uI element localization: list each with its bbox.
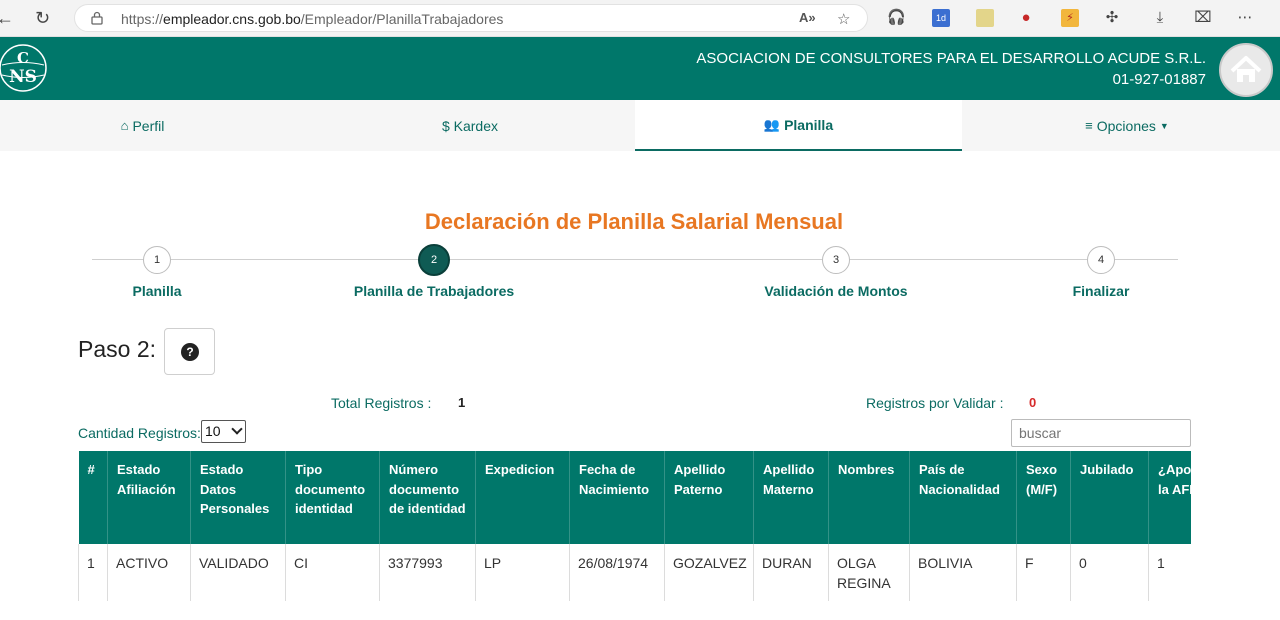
address-bar[interactable]: https://empleador.cns.gob.bo/Empleador/P… (74, 4, 868, 32)
cns-logo: C NS (0, 44, 47, 92)
tab-label: $ Kardex (441, 117, 499, 134)
column-header[interactable]: Apellido Materno (753, 451, 829, 544)
flash-extension-icon[interactable]: ⚡ (1061, 9, 1079, 27)
table-cell: 0 (1070, 544, 1149, 601)
caret-down-icon: ▼ (1159, 120, 1169, 131)
table-cell: F (1016, 544, 1071, 601)
table-cell: LP (475, 544, 570, 601)
tab-label: Perfil (132, 117, 165, 134)
table-cell: 1 (78, 544, 108, 601)
more-menu-icon[interactable]: ⋯ (1236, 9, 1254, 27)
stepper-line (92, 259, 1178, 260)
table-cell: 1 (1148, 544, 1191, 601)
home-icon (1230, 56, 1262, 82)
main-tabs: ⌂ Perfil $ Kardex 👥 Planilla ≡ Opciones ▼ (0, 100, 1280, 151)
table-header-row: # Estado Afiliación Estado Datos Persona… (78, 451, 1191, 544)
table-cell: 3377993 (379, 544, 476, 601)
step-4-circle[interactable]: 4 (1087, 246, 1115, 274)
back-arrow-icon[interactable]: ← (0, 8, 14, 28)
svg-text:NS: NS (9, 67, 37, 87)
tab-planilla[interactable]: 👥 Planilla (635, 100, 962, 151)
step-4-label: Finalizar (1072, 283, 1130, 299)
column-header[interactable]: Jubilado (1070, 451, 1149, 544)
tab-kardex[interactable]: $ Kardex (306, 100, 634, 151)
total-records-value: 1 (458, 395, 466, 410)
tomato-extension-icon[interactable]: ● (1017, 9, 1035, 27)
table-cell: GOZALVEZ (664, 544, 754, 601)
site-header: C NS ASOCIACION DE CONSULTORES PARA EL D… (0, 37, 1280, 100)
help-button[interactable]: ? (164, 328, 215, 375)
column-header[interactable]: # (78, 451, 108, 544)
home-icon: ⌂ (120, 118, 129, 133)
step-1-label: Planilla (132, 283, 182, 299)
menu-icon: ≡ (1085, 118, 1093, 133)
records-count-value: 10 (205, 423, 221, 439)
table-cell: DURAN (753, 544, 829, 601)
step-3-label: Validación de Montos (764, 283, 908, 299)
step-3-circle[interactable]: 3 (822, 246, 850, 274)
puzzle-extensions-icon[interactable]: ✣ (1103, 9, 1121, 27)
company-name: ASOCIACION DE CONSULTORES PARA EL DESARR… (696, 50, 1206, 67)
company-info: ASOCIACION DE CONSULTORES PARA EL DESARR… (696, 48, 1206, 90)
calendar-extension-icon[interactable]: 1d (932, 9, 950, 27)
page-title: Declaración de Planilla Salarial Mensual (424, 209, 844, 234)
workers-table-container: # Estado Afiliación Estado Datos Persona… (78, 451, 1191, 601)
workers-table: # Estado Afiliación Estado Datos Persona… (78, 451, 1191, 601)
column-header[interactable]: Sexo (M/F) (1016, 451, 1071, 544)
question-circle-icon: ? (181, 343, 199, 361)
table-cell: CI (285, 544, 380, 601)
svg-text:C: C (17, 49, 29, 67)
table-cell: VALIDADO (190, 544, 286, 601)
table-cell: OLGA REGINA (828, 544, 910, 601)
tab-label: Opciones (1096, 117, 1156, 134)
column-header[interactable]: ¿Aporta a la AFP? (1148, 451, 1191, 544)
column-header[interactable]: País de Nacionalidad (909, 451, 1017, 544)
tab-label: Planilla (784, 116, 834, 133)
records-count-label: Cantidad Registros: (78, 425, 201, 441)
table-cell: BOLIVIA (909, 544, 1017, 601)
step-2-circle[interactable]: 2 (418, 244, 450, 276)
browser-toolbar: ← ↻ https://empleador.cns.gob.bo/Emplead… (0, 0, 1280, 37)
read-aloud-icon[interactable]: A» (799, 10, 816, 25)
column-header[interactable]: Nombres (828, 451, 910, 544)
tab-perfil[interactable]: ⌂ Perfil (0, 100, 285, 151)
url-text: https://empleador.cns.gob.bo/Empleador/P… (121, 11, 504, 27)
table-cell: ACTIVO (107, 544, 191, 601)
table-row[interactable]: 1 ACTIVO VALIDADO CI 3377993 LP 26/08/19… (78, 544, 1191, 601)
column-header[interactable]: Estado Datos Personales (190, 451, 286, 544)
column-header[interactable]: Tipo documento identidad (285, 451, 380, 544)
column-header[interactable]: Apellido Paterno (664, 451, 754, 544)
pending-records-value: 0 (1029, 395, 1037, 410)
step-2-label: Planilla de Trabajadores (353, 283, 515, 299)
screenshot-icon[interactable]: ⌧ (1194, 9, 1212, 27)
column-header[interactable]: Fecha de Nacimiento (569, 451, 665, 544)
chevron-down-icon (231, 423, 243, 435)
headphones-icon[interactable]: 🎧 (887, 9, 906, 27)
refresh-icon[interactable]: ↻ (35, 8, 50, 28)
column-header[interactable]: Estado Afiliación (107, 451, 191, 544)
total-records-label: Total Registros : (331, 395, 432, 411)
tab-opciones[interactable]: ≡ Opciones ▼ (962, 100, 1280, 151)
step-heading: Paso 2: (78, 336, 156, 362)
pending-records-label: Registros por Validar : (866, 395, 1004, 411)
favorite-star-icon[interactable]: ☆ (837, 10, 850, 28)
search-input[interactable] (1011, 419, 1191, 447)
notes-extension-icon[interactable] (976, 9, 994, 27)
records-count-select[interactable]: 10 (201, 420, 246, 443)
users-icon: 👥 (763, 116, 781, 132)
download-icon[interactable]: ⤓ (1151, 9, 1169, 27)
lock-icon (91, 11, 103, 25)
step-1-circle[interactable]: 1 (143, 246, 171, 274)
column-header[interactable]: Expedicion (475, 451, 570, 544)
employer-number: 01-927-01887 (1112, 71, 1206, 88)
home-button[interactable] (1219, 43, 1273, 97)
table-cell: 26/08/1974 (569, 544, 665, 601)
column-header[interactable]: Número documento de identidad (379, 451, 476, 544)
